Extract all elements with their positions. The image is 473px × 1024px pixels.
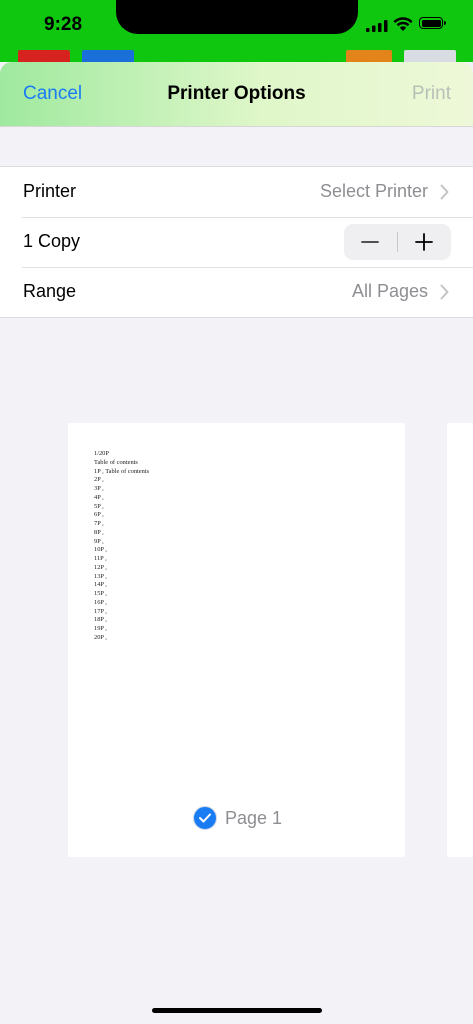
page-preview-line: 12P , [94, 563, 107, 571]
chevron-right-icon [440, 284, 449, 300]
page-preview-line: 4P , [94, 493, 104, 501]
page-preview-line: 1P , Table of contents [94, 467, 150, 475]
copies-row: 1 Copy [0, 217, 473, 267]
page-preview-line: 10P , [94, 546, 107, 554]
print-options-list: Printer Select Printer 1 Copy Range All … [0, 166, 473, 318]
sheet-navigation-bar: Cancel Printer Options Print [0, 62, 473, 127]
page-number-label: Page 1 [225, 808, 283, 828]
minus-icon [361, 241, 379, 243]
copies-label: 1 Copy [23, 231, 81, 251]
app-toolbar-button [404, 50, 456, 62]
page-preview-line: 18P , [94, 616, 107, 624]
page-preview-line: 8P , [94, 528, 104, 536]
printer-label: Printer [23, 181, 77, 201]
home-indicator [152, 1008, 322, 1013]
range-label: Range [23, 281, 77, 301]
page-preview-line: 2P , [94, 476, 104, 484]
copies-stepper [344, 224, 451, 260]
device-notch [116, 0, 358, 34]
printer-value: Select Printer [319, 181, 428, 201]
sheet-title: Printer Options [167, 83, 306, 104]
page-preview-line: 9P , [94, 537, 104, 545]
plus-icon [415, 233, 433, 251]
page-preview-line: 17P , [94, 607, 107, 615]
increment-copies-button[interactable] [398, 224, 451, 260]
page-preview-line: 5P , [94, 502, 104, 510]
app-toolbar-button [346, 50, 392, 62]
page-preview-line: 19P , [94, 625, 107, 632]
page-preview-line: 16P , [94, 598, 107, 606]
page-preview-line: 1/20P [94, 450, 109, 457]
status-bar: 9:28 [0, 0, 473, 62]
page-preview-line: 11P , [94, 555, 107, 562]
page-preview-line: 7P , [94, 520, 104, 527]
app-toolbar-button [18, 50, 70, 62]
page-preview-content: 1/20P Table of contents 1P , Table of co… [94, 450, 149, 643]
range-value: All Pages [351, 281, 428, 301]
printer-row[interactable]: Printer Select Printer [0, 167, 473, 217]
print-button[interactable]: Print [412, 83, 451, 105]
wifi-icon [393, 17, 413, 31]
printer-options-sheet: Cancel Printer Options Print Printer Sel… [0, 62, 473, 1024]
decrement-copies-button[interactable] [344, 224, 397, 260]
page-preview-thumbnail[interactable]: 1/20P Table of contents 1P , Table of co… [68, 423, 405, 857]
checkmark-circle-icon [193, 806, 217, 830]
range-row[interactable]: Range All Pages [0, 267, 473, 317]
status-time: 9:28 [44, 14, 83, 35]
next-page-preview-thumbnail[interactable] [447, 423, 473, 857]
page-preview-line: 20P , [94, 633, 107, 641]
app-toolbar-button [82, 50, 134, 62]
page-preview-line: 3P , [94, 485, 104, 492]
page-preview-line: 13P , [94, 572, 107, 580]
page-preview-line: Table of contents [94, 458, 138, 466]
page-preview-line: 14P , [94, 581, 107, 589]
page-preview-line: 6P , [94, 511, 104, 519]
cellular-signal-icon [366, 20, 388, 32]
battery-icon [419, 17, 446, 29]
chevron-right-icon [440, 184, 449, 200]
page-preview-line: 15P , [94, 590, 107, 597]
